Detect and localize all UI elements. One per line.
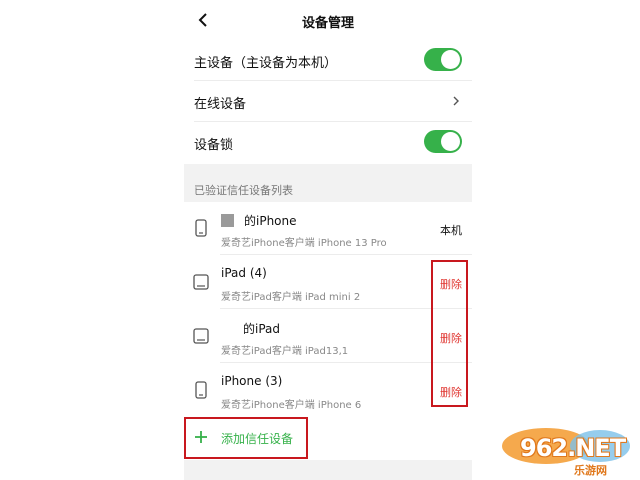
device-name: iPad (4) (221, 266, 267, 280)
this-device-label: 本机 (440, 224, 462, 237)
tablet-icon (193, 328, 209, 344)
page-title: 设备管理 (301, 16, 354, 31)
device-management-screen: 设备管理 主设备（主设备为本机） 在线设备 设备锁 已验证信任设备列表 的iPh… (184, 0, 472, 480)
online-devices-label: 在线设备 (194, 97, 247, 112)
device-lock-toggle[interactable] (424, 130, 462, 153)
watermark-text: 962.NET (520, 434, 626, 462)
tablet-icon (193, 274, 209, 290)
device-name: 的iPhone (221, 212, 297, 229)
main-device-row[interactable]: 主设备（主设备为本机） (184, 40, 472, 81)
phone-icon (195, 381, 207, 399)
toggle-knob (441, 132, 460, 151)
trusted-devices-header: 已验证信任设备列表 (194, 184, 293, 197)
chevron-right-icon (453, 96, 459, 106)
highlight-box-delete (431, 260, 468, 407)
device-client-info: 爱奇艺iPhone客户端 iPhone 13 Pro (221, 238, 387, 249)
nav-bar: 设备管理 (184, 0, 472, 40)
device-client-info: 爱奇艺iPhone客户端 iPhone 6 (221, 400, 362, 411)
device-row[interactable]: iPhone (3) 爱奇艺iPhone客户端 iPhone 6 删除 (184, 364, 472, 417)
highlight-box-add (184, 417, 308, 459)
device-name: 的iPad (243, 322, 281, 336)
device-row[interactable]: 的iPhone 爱奇艺iPhone客户端 iPhone 13 Pro 本机 (184, 202, 472, 255)
device-row[interactable]: 的iPad 爱奇艺iPad客户端 iPad13,1 删除 (184, 310, 472, 363)
main-device-label: 主设备（主设备为本机） (194, 56, 338, 71)
phone-icon (195, 219, 207, 237)
redacted-block (221, 214, 234, 227)
device-row[interactable]: iPad (4) 爱奇艺iPad客户端 iPad mini 2 删除 (184, 256, 472, 309)
trusted-device-list: 的iPhone 爱奇艺iPhone客户端 iPhone 13 Pro 本机 iP… (184, 202, 472, 416)
device-client-info: 爱奇艺iPad客户端 iPad mini 2 (221, 292, 361, 303)
divider (220, 254, 472, 255)
watermark-subtext: 乐游网 (574, 464, 607, 477)
device-lock-label: 设备锁 (194, 138, 234, 153)
device-lock-row[interactable]: 设备锁 (184, 122, 472, 163)
device-name: iPhone (3) (221, 374, 283, 388)
online-devices-row[interactable]: 在线设备 (184, 81, 472, 122)
device-client-info: 爱奇艺iPad客户端 iPad13,1 (221, 346, 349, 357)
settings-group: 主设备（主设备为本机） 在线设备 设备锁 (184, 40, 472, 164)
toggle-knob (441, 50, 460, 69)
screenshot-stage: 设备管理 主设备（主设备为本机） 在线设备 设备锁 已验证信任设备列表 的iPh… (0, 0, 640, 480)
main-device-toggle[interactable] (424, 48, 462, 71)
